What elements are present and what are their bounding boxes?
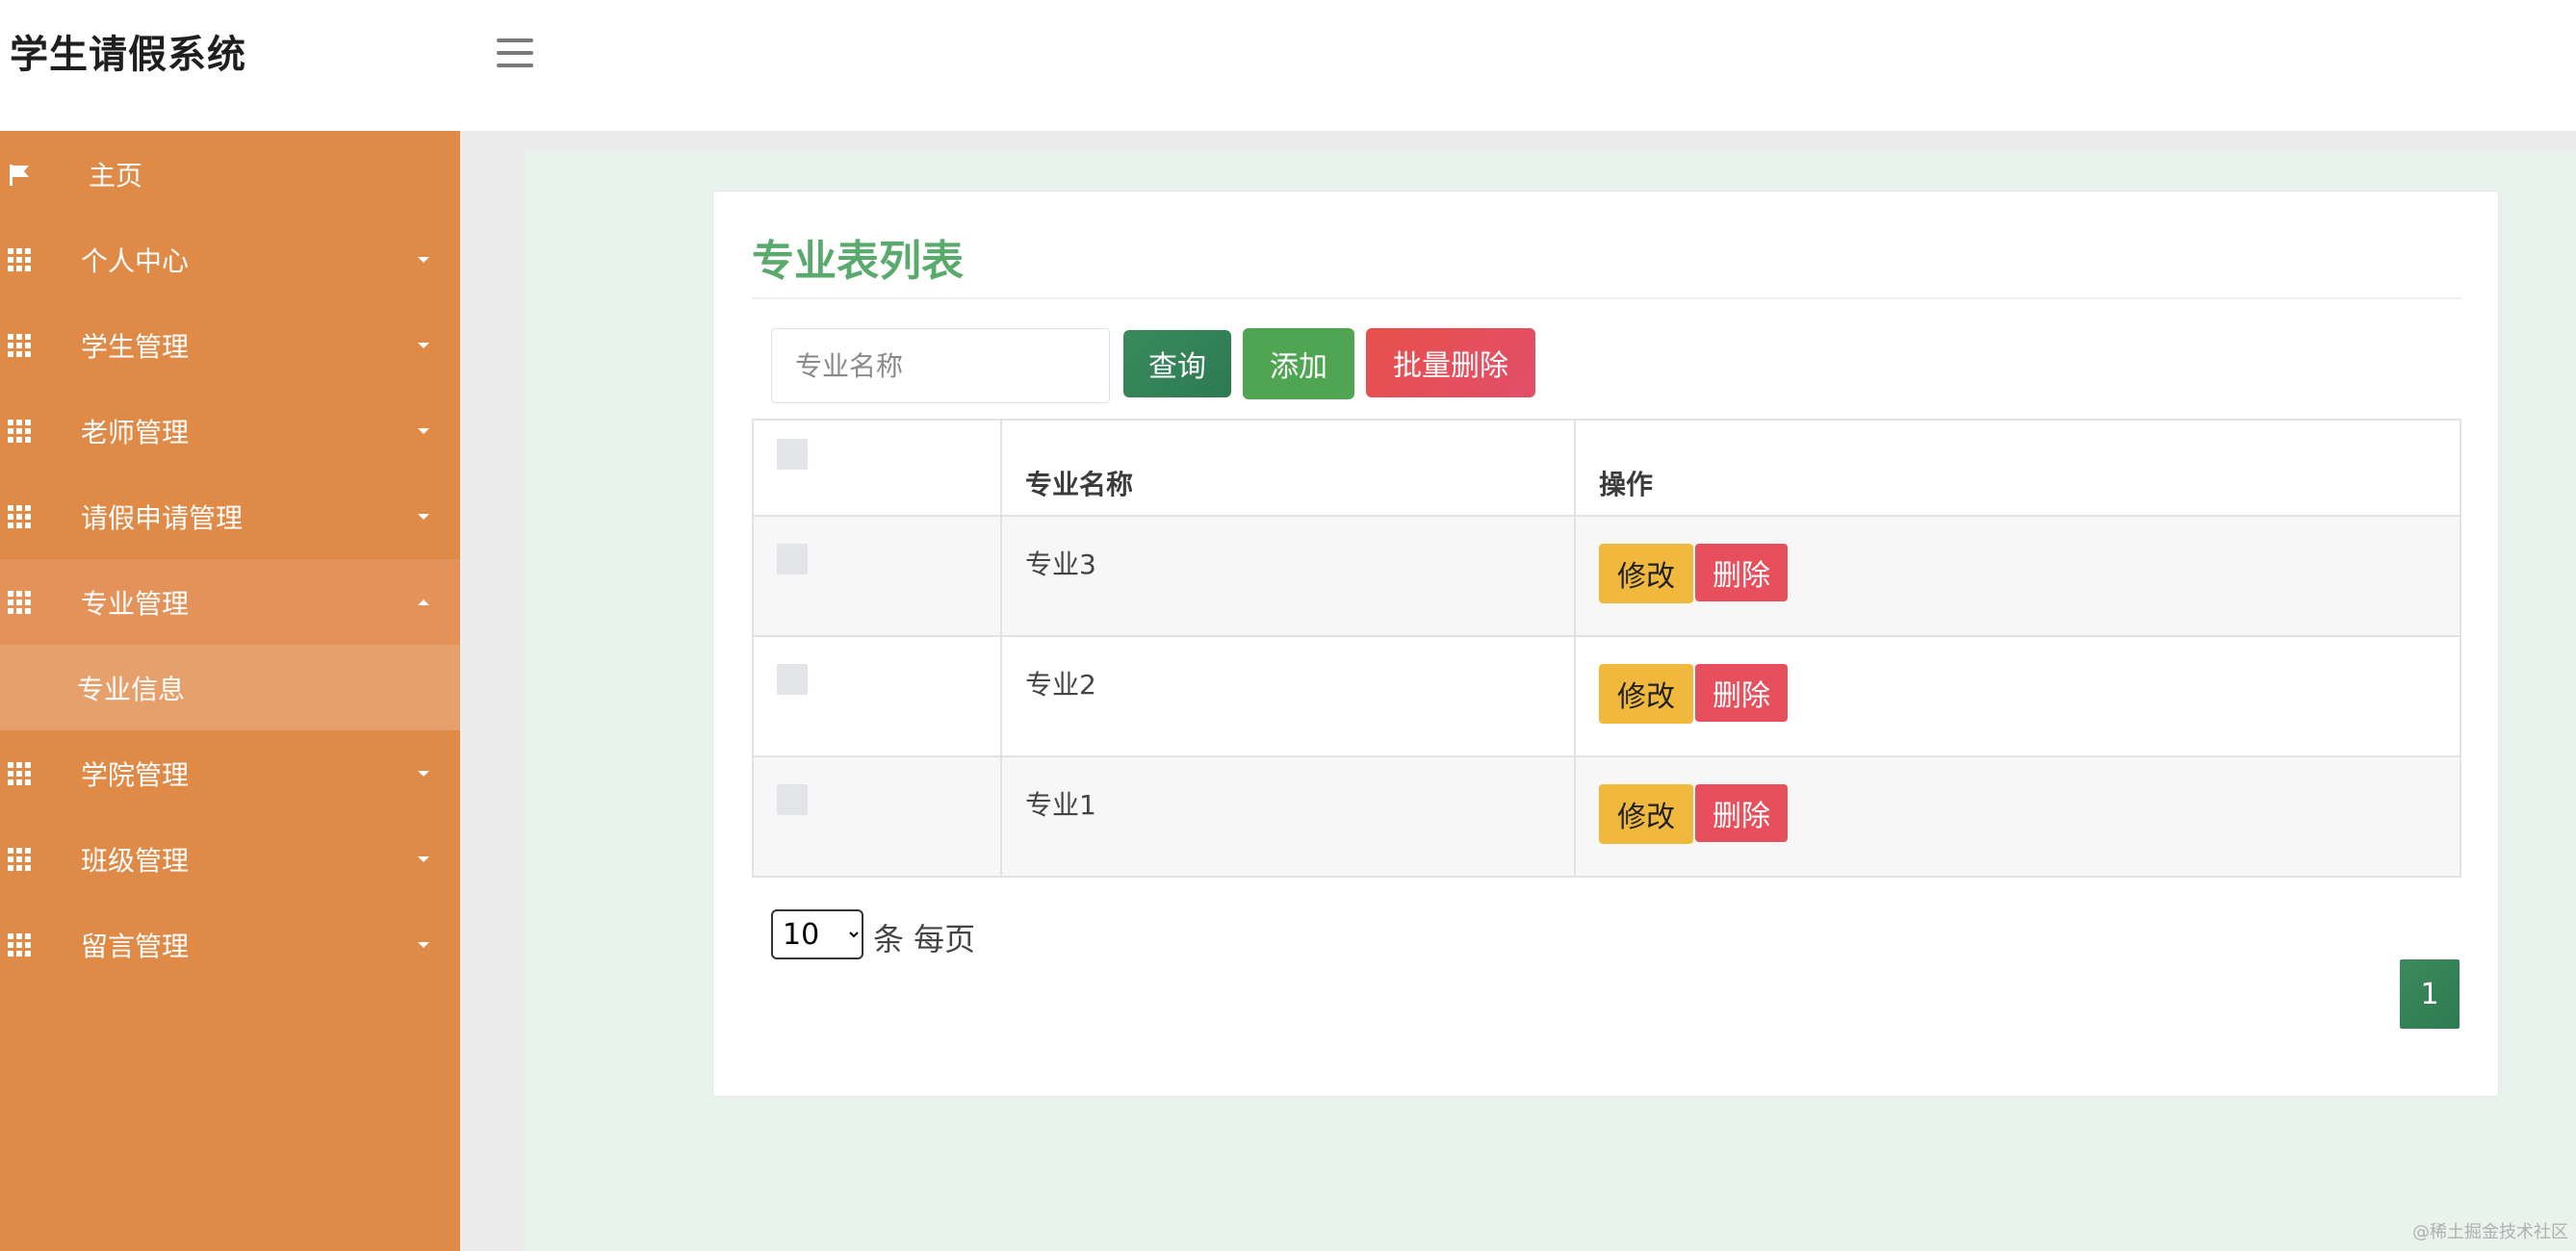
sidebar-item-label: 请假申请管理 [81, 501, 244, 534]
row-checkbox-cell [752, 515, 1002, 637]
sidebar-item-label: 留言管理 [81, 930, 190, 962]
sidebar-subitem-major-info[interactable]: 专业信息 [0, 645, 460, 730]
delete-button[interactable]: 删除 [1695, 664, 1788, 722]
delete-button[interactable]: 删除 [1695, 544, 1788, 601]
grid-icon [8, 761, 33, 785]
page-title: 专业表列表 [752, 237, 964, 286]
row-checkbox[interactable] [777, 664, 808, 695]
sidebar-item-student-management[interactable]: 学生管理 [0, 302, 460, 388]
grid-icon [8, 247, 33, 271]
watermark: @稀土掘金技术社区 [2412, 1222, 2568, 1242]
table-row: 专业1 修改 删除 [752, 755, 2461, 878]
sidebar-item-personal-center[interactable]: 个人中心 [0, 217, 460, 302]
sidebar-item-major-management[interactable]: 专业管理 [0, 559, 460, 645]
query-button[interactable]: 查询 [1123, 330, 1231, 397]
caret-down-icon [418, 770, 429, 777]
add-button[interactable]: 添加 [1243, 328, 1354, 399]
edit-button[interactable]: 修改 [1599, 664, 1693, 724]
grid-icon [8, 504, 33, 528]
edit-button[interactable]: 修改 [1599, 544, 1693, 603]
delete-button[interactable]: 删除 [1695, 784, 1788, 842]
caret-down-icon [418, 941, 429, 948]
caret-down-icon [418, 513, 429, 520]
table-row: 专业2 修改 删除 [752, 635, 2461, 757]
sidebar-item-teacher-management[interactable]: 老师管理 [0, 388, 460, 473]
row-checkbox[interactable] [777, 544, 808, 574]
page-size-suffix: 条 每页 [873, 921, 976, 957]
flag-icon [8, 163, 33, 186]
row-actions-cell: 修改 删除 [1574, 755, 2461, 878]
table-row: 专业3 修改 删除 [752, 515, 2461, 637]
column-header-name: 专业名称 [1000, 419, 1576, 517]
column-header-actions: 操作 [1574, 419, 2461, 517]
row-name-cell: 专业2 [1000, 635, 1576, 757]
page-button-current[interactable]: 1 [2400, 959, 2460, 1029]
list-card: 专业表列表 查询 添加 批量删除 专业名称 操作 专业3 修改删除 [712, 191, 2499, 1097]
sidebar-item-label: 老师管理 [81, 416, 190, 448]
sidebar: 主页 个人中心 学生管理 老师管理 请假申请管理 专业管理 专业信息 学院管理 … [0, 131, 460, 1251]
row-name-cell: 专业3 [1000, 515, 1576, 637]
top-header: 学生请假系统 [0, 0, 2576, 131]
grid-icon [8, 932, 33, 957]
sidebar-item-label: 学生管理 [81, 330, 190, 363]
row-checkbox-cell [752, 635, 1002, 757]
sidebar-item-label: 个人中心 [81, 244, 190, 277]
caret-up-icon [418, 599, 429, 605]
select-all-checkbox[interactable] [777, 438, 808, 470]
grid-icon [8, 333, 33, 357]
sidebar-item-leave-request-management[interactable]: 请假申请管理 [0, 473, 460, 559]
grid-icon [8, 419, 33, 443]
header-checkbox-cell [752, 419, 1002, 517]
row-actions-cell: 修改 删除 [1574, 515, 2461, 637]
row-checkbox[interactable] [777, 784, 808, 815]
sidebar-item-label: 学院管理 [81, 758, 190, 791]
sidebar-item-label: 主页 [89, 159, 143, 191]
search-input[interactable] [771, 328, 1110, 403]
edit-button[interactable]: 修改 [1599, 784, 1693, 844]
row-name-cell: 专业1 [1000, 755, 1576, 878]
batch-delete-button[interactable]: 批量删除 [1366, 328, 1535, 397]
caret-down-icon [418, 342, 429, 348]
caret-down-icon [418, 256, 429, 263]
app-title: 学生请假系统 [10, 33, 246, 77]
menu-toggle-icon[interactable] [497, 38, 533, 67]
row-actions-cell: 修改 删除 [1574, 635, 2461, 757]
caret-down-icon [418, 427, 429, 434]
table-header-row: 专业名称 操作 [752, 419, 2461, 517]
title-divider [752, 297, 2461, 299]
sidebar-item-class-management[interactable]: 班级管理 [0, 816, 460, 902]
sidebar-subitem-label: 专业信息 [77, 673, 186, 705]
sidebar-item-label: 专业管理 [81, 587, 190, 620]
grid-icon [8, 847, 33, 871]
data-table: 专业名称 操作 专业3 修改 删除 专业2 修改 删除 专业1 修改 删除 [752, 419, 2461, 878]
caret-down-icon [418, 855, 429, 862]
sidebar-item-label: 班级管理 [81, 844, 190, 877]
sidebar-item-college-management[interactable]: 学院管理 [0, 730, 460, 816]
grid-icon [8, 590, 33, 614]
sidebar-item-home[interactable]: 主页 [0, 131, 460, 217]
content-gutter [460, 131, 526, 1251]
sidebar-item-message-management[interactable]: 留言管理 [0, 902, 460, 987]
page-size-select[interactable]: 10 [771, 909, 863, 959]
row-checkbox-cell [752, 755, 1002, 878]
header-shadow [460, 131, 2576, 150]
